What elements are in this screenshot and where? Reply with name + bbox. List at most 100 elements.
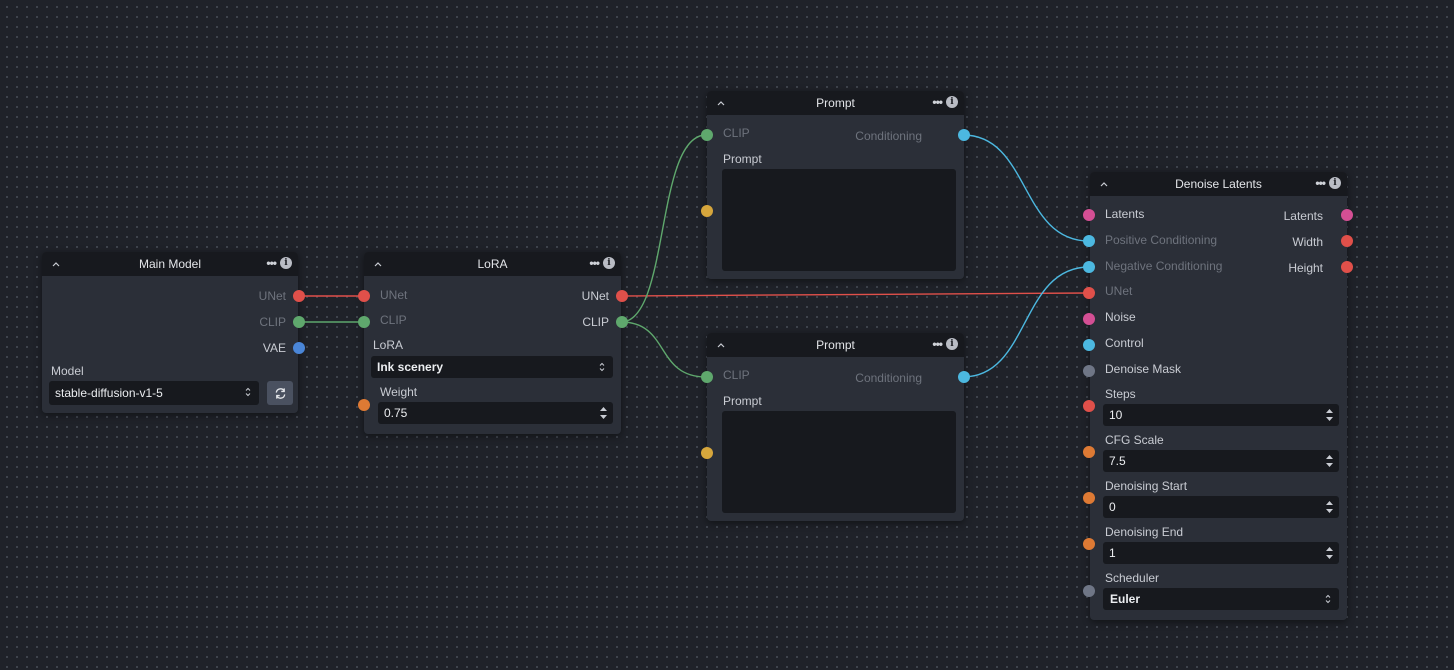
input-label-negative-conditioning: Negative Conditioning bbox=[1105, 259, 1223, 273]
info-icon[interactable]: i bbox=[280, 257, 292, 269]
output-label-clip: CLIP bbox=[259, 315, 286, 329]
info-icon[interactable]: i bbox=[946, 338, 958, 350]
edge-lora-clip-to-prompt-top[interactable] bbox=[620, 134, 707, 323]
port-lora-clip-out[interactable] bbox=[616, 316, 628, 328]
node-header[interactable]: Denoise Latents ••• i bbox=[1090, 172, 1347, 196]
port-denoise-scheduler-in[interactable] bbox=[1083, 585, 1095, 597]
field-label-steps: Steps bbox=[1105, 387, 1136, 401]
port-prompt-bottom-conditioning-out[interactable] bbox=[958, 371, 970, 383]
port-lora-clip-in[interactable] bbox=[358, 316, 370, 328]
collapse-chevron-icon[interactable] bbox=[372, 258, 384, 270]
info-icon[interactable]: i bbox=[1329, 177, 1341, 189]
node-header[interactable]: Main Model ••• i bbox=[42, 252, 298, 276]
number-stepper-icon[interactable] bbox=[1325, 544, 1334, 562]
info-icon[interactable]: i bbox=[946, 96, 958, 108]
more-options-icon[interactable]: ••• bbox=[266, 256, 277, 270]
node-header[interactable]: Prompt ••• i bbox=[707, 91, 964, 115]
collapse-chevron-icon[interactable] bbox=[50, 258, 62, 270]
port-main-model-unet-out[interactable] bbox=[293, 290, 305, 302]
number-stepper-icon[interactable] bbox=[1325, 498, 1334, 516]
more-options-icon[interactable]: ••• bbox=[1315, 176, 1326, 190]
output-label-clip: CLIP bbox=[582, 315, 609, 329]
edge-lora-unet-to-denoise[interactable] bbox=[620, 292, 1090, 297]
port-denoise-latents-out[interactable] bbox=[1341, 209, 1353, 221]
port-denoise-cfg-in[interactable] bbox=[1083, 446, 1095, 458]
more-options-icon[interactable]: ••• bbox=[932, 337, 943, 351]
select-arrows-icon bbox=[1325, 594, 1331, 604]
port-denoise-latents-in[interactable] bbox=[1083, 209, 1095, 221]
port-prompt-bottom-clip-in[interactable] bbox=[701, 371, 713, 383]
denoising-start-value: 0 bbox=[1109, 500, 1116, 514]
port-lora-unet-in[interactable] bbox=[358, 290, 370, 302]
prompt-node-bottom[interactable]: Prompt ••• i CLIP Conditioning Prompt bbox=[707, 333, 964, 521]
port-prompt-bottom-text-in[interactable] bbox=[701, 447, 713, 459]
node-title: Main Model bbox=[138, 257, 202, 271]
field-label-denoising-end: Denoising End bbox=[1105, 525, 1184, 539]
input-label-latents: Latents bbox=[1105, 207, 1145, 221]
node-title: Prompt bbox=[816, 96, 855, 110]
port-lora-unet-out[interactable] bbox=[616, 290, 628, 302]
node-title: LoRA bbox=[477, 257, 508, 271]
cfg-scale-input[interactable]: 7.5 bbox=[1103, 450, 1339, 472]
select-arrows-icon bbox=[599, 362, 605, 372]
prompt-textarea[interactable] bbox=[722, 411, 956, 513]
weight-input[interactable]: 0.75 bbox=[378, 402, 613, 424]
more-options-icon[interactable]: ••• bbox=[932, 95, 943, 109]
scheduler-select[interactable]: Euler bbox=[1103, 588, 1339, 610]
prompt-textarea[interactable] bbox=[722, 169, 956, 271]
field-label-weight: Weight bbox=[380, 385, 418, 399]
node-header[interactable]: LoRA ••• i bbox=[364, 252, 621, 276]
field-label-prompt: Prompt bbox=[723, 152, 762, 166]
input-label-clip: CLIP bbox=[723, 368, 750, 382]
model-select[interactable]: stable-diffusion-v1-5 bbox=[49, 381, 259, 405]
denoising-end-input[interactable]: 1 bbox=[1103, 542, 1339, 564]
edge-prompt-top-to-positive[interactable] bbox=[962, 134, 1090, 242]
collapse-chevron-icon[interactable] bbox=[715, 339, 727, 351]
refresh-models-button[interactable] bbox=[267, 381, 293, 405]
port-denoise-control-in[interactable] bbox=[1083, 339, 1095, 351]
collapse-chevron-icon[interactable] bbox=[1098, 178, 1110, 190]
lora-node[interactable]: LoRA ••• i UNet CLIP UNet CLIP LoRA Ink … bbox=[364, 252, 621, 434]
port-lora-weight-in[interactable] bbox=[358, 399, 370, 411]
port-main-model-clip-out[interactable] bbox=[293, 316, 305, 328]
edge-prompt-bottom-to-negative[interactable] bbox=[962, 266, 1090, 378]
output-label-conditioning: Conditioning bbox=[855, 129, 922, 143]
node-title: Denoise Latents bbox=[1175, 177, 1262, 191]
number-stepper-icon[interactable] bbox=[1325, 406, 1334, 424]
number-stepper-icon[interactable] bbox=[599, 404, 608, 422]
collapse-chevron-icon[interactable] bbox=[715, 97, 727, 109]
port-denoise-positive-in[interactable] bbox=[1083, 235, 1095, 247]
model-select-value: stable-diffusion-v1-5 bbox=[55, 386, 163, 400]
port-denoise-unet-in[interactable] bbox=[1083, 287, 1095, 299]
input-label-noise: Noise bbox=[1105, 310, 1136, 324]
denoising-start-input[interactable]: 0 bbox=[1103, 496, 1339, 518]
main-model-node[interactable]: Main Model ••• i UNet CLIP VAE Model sta… bbox=[42, 252, 298, 413]
number-stepper-icon[interactable] bbox=[1325, 452, 1334, 470]
steps-input[interactable]: 10 bbox=[1103, 404, 1339, 426]
port-denoise-noise-in[interactable] bbox=[1083, 313, 1095, 325]
node-header[interactable]: Prompt ••• i bbox=[707, 333, 964, 357]
field-label-cfg-scale: CFG Scale bbox=[1105, 433, 1164, 447]
input-label-clip: CLIP bbox=[723, 126, 750, 140]
refresh-icon bbox=[275, 387, 285, 399]
edge-lora-clip-to-prompt-bottom[interactable] bbox=[620, 321, 707, 378]
port-denoise-height-out[interactable] bbox=[1341, 261, 1353, 273]
info-icon[interactable]: i bbox=[603, 257, 615, 269]
port-denoise-steps-in[interactable] bbox=[1083, 400, 1095, 412]
port-denoise-end-in[interactable] bbox=[1083, 538, 1095, 550]
weight-value: 0.75 bbox=[384, 406, 408, 420]
input-label-unet: UNet bbox=[1105, 284, 1133, 298]
more-options-icon[interactable]: ••• bbox=[589, 256, 600, 270]
port-prompt-top-conditioning-out[interactable] bbox=[958, 129, 970, 141]
port-prompt-top-text-in[interactable] bbox=[701, 205, 713, 217]
port-denoise-start-in[interactable] bbox=[1083, 492, 1095, 504]
port-denoise-width-out[interactable] bbox=[1341, 235, 1353, 247]
denoise-latents-node[interactable]: Denoise Latents ••• i Latents Positive C… bbox=[1090, 172, 1347, 620]
lora-select[interactable]: Ink scenery bbox=[371, 356, 613, 378]
port-denoise-negative-in[interactable] bbox=[1083, 261, 1095, 273]
port-main-model-vae-out[interactable] bbox=[293, 342, 305, 354]
port-prompt-top-clip-in[interactable] bbox=[701, 129, 713, 141]
output-label-height: Height bbox=[1288, 261, 1323, 275]
port-denoise-mask-in[interactable] bbox=[1083, 365, 1095, 377]
prompt-node-top[interactable]: Prompt ••• i CLIP Conditioning Prompt bbox=[707, 91, 964, 279]
